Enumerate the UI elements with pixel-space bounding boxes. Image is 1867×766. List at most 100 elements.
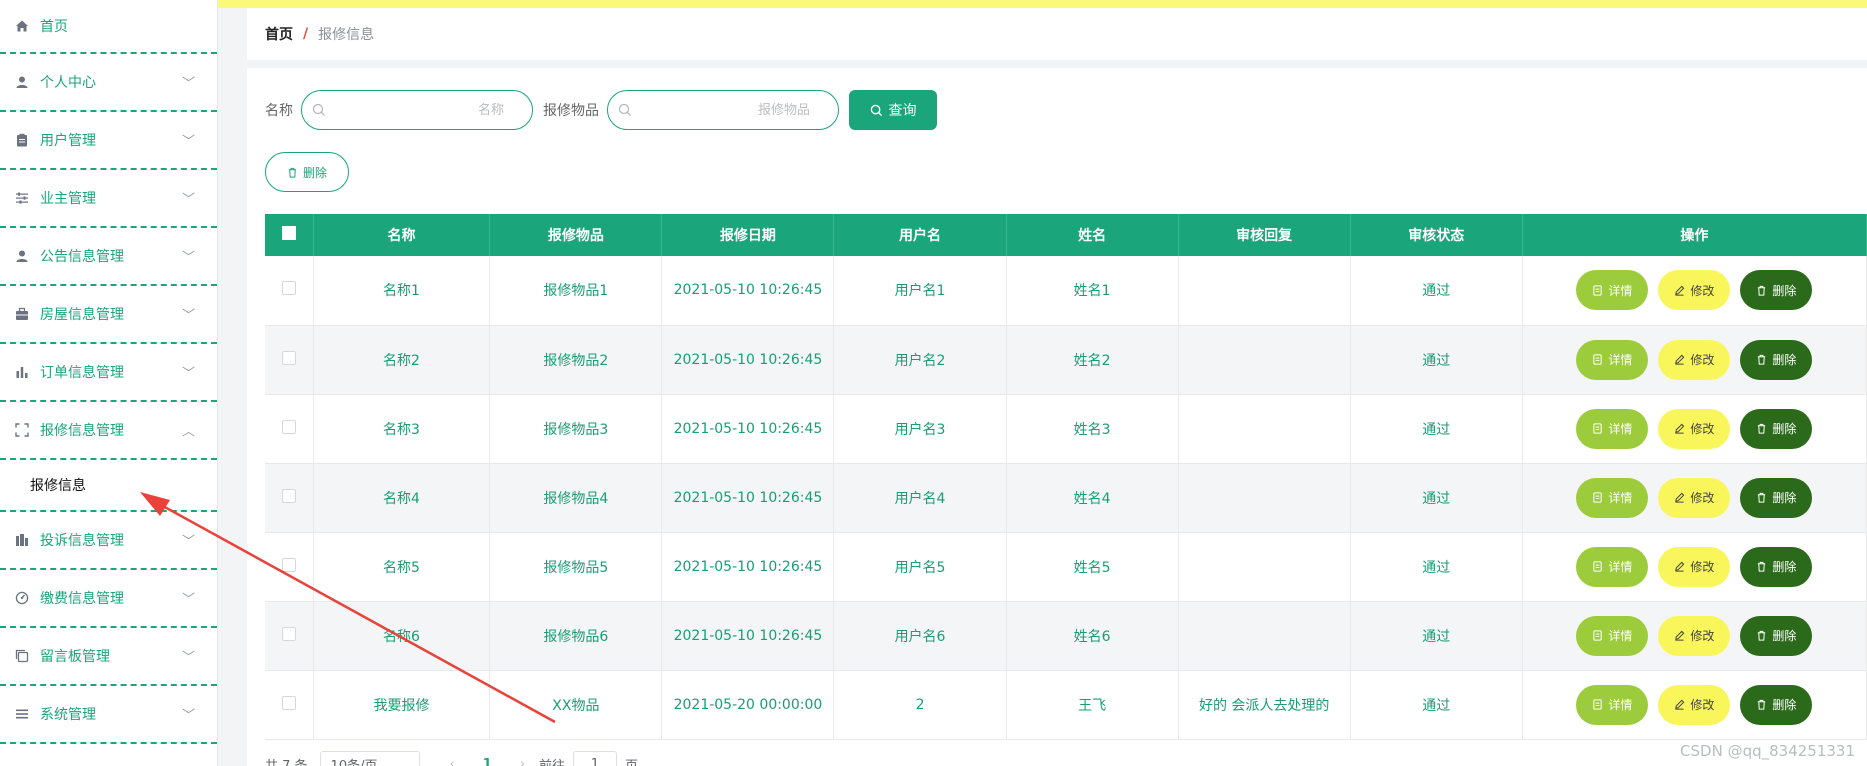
sidebar-subitem-label: 报修信息 [30, 478, 86, 494]
row-checkbox[interactable] [281, 488, 296, 503]
actions-cell: 详情 修改 删除 [1522, 256, 1867, 326]
edit-button[interactable]: 修改 [1658, 339, 1731, 380]
edit-button[interactable]: 修改 [1658, 408, 1731, 449]
column-header: 审核回复 [1178, 214, 1351, 256]
edit-label: 修改 [1690, 422, 1715, 436]
table-cell: 名称1 [313, 256, 491, 326]
row-select-cell [265, 463, 314, 533]
chevron-down-icon: ﹀ [181, 534, 195, 550]
table-cell: 王飞 [1006, 670, 1179, 740]
table-cell: 通过 [1350, 601, 1523, 671]
prev-page-button[interactable]: ‹ [450, 757, 455, 766]
delete-button[interactable]: 删除 [1740, 339, 1813, 380]
select-all-cell [265, 214, 314, 256]
sidebar-item-system-management[interactable]: 系统管理 ﹀ [0, 686, 217, 744]
building-icon [14, 532, 30, 548]
sidebar-item-owner-management[interactable]: 业主管理 ﹀ [0, 170, 217, 228]
detail-button[interactable]: 详情 [1576, 408, 1649, 449]
sidebar-item-house-management[interactable]: 房屋信息管理 ﹀ [0, 286, 217, 344]
breadcrumb-home[interactable]: 首页 [265, 24, 293, 44]
detail-button[interactable]: 详情 [1576, 339, 1649, 380]
table-cell: 姓名1 [1006, 256, 1179, 326]
table-cell: 用户名3 [833, 394, 1007, 464]
chevron-down-icon: ﹀ [181, 592, 195, 608]
delete-button[interactable]: 删除 [1740, 477, 1813, 518]
home-icon [14, 18, 30, 34]
edit-button[interactable]: 修改 [1658, 684, 1731, 725]
detail-button[interactable]: 详情 [1576, 270, 1649, 311]
edit-label: 修改 [1690, 353, 1715, 367]
delete-label: 删除 [1772, 698, 1797, 712]
delete-button[interactable]: 删除 [1740, 615, 1813, 656]
column-header: 姓名 [1006, 214, 1179, 256]
table-cell: 用户名6 [833, 601, 1007, 671]
sidebar-item-complaint-management[interactable]: 投诉信息管理 ﹀ [0, 512, 217, 570]
chevron-up-icon: ︿ [181, 424, 195, 440]
sidebar-item-repair-management[interactable]: 报修信息管理 ︿ [0, 402, 217, 460]
edit-button[interactable]: 修改 [1658, 270, 1731, 311]
row-select-cell [265, 325, 314, 395]
detail-button[interactable]: 详情 [1576, 684, 1649, 725]
row-checkbox[interactable] [281, 695, 296, 710]
trash-icon [1758, 492, 1766, 503]
bar-chart-icon [14, 364, 30, 380]
next-page-button[interactable]: › [520, 757, 525, 766]
detail-button[interactable]: 详情 [1576, 615, 1649, 656]
detail-label: 详情 [1608, 353, 1633, 367]
current-page[interactable]: 1 [483, 757, 492, 766]
document-icon [1593, 285, 1603, 296]
search-icon [870, 104, 882, 116]
row-checkbox[interactable] [281, 350, 296, 365]
table-cell: 通过 [1350, 463, 1523, 533]
sidebar-item-label: 缴费信息管理 [40, 591, 124, 607]
detail-button[interactable]: 详情 [1576, 546, 1649, 587]
edit-icon [1675, 354, 1685, 365]
edit-button[interactable]: 修改 [1658, 546, 1731, 587]
sidebar-item-notice-management[interactable]: 公告信息管理 ﹀ [0, 228, 217, 286]
item-search-field [607, 90, 839, 130]
table-cell: 报修物品6 [489, 601, 663, 671]
sidebar-subitem-repair-info[interactable]: 报修信息 [0, 460, 217, 512]
name-search-input[interactable] [302, 91, 532, 129]
table-cell: 用户名4 [833, 463, 1007, 533]
trash-icon [1758, 354, 1766, 365]
sidebar-item-label: 首页 [40, 19, 68, 35]
batch-delete-button[interactable]: 删除 [265, 152, 349, 192]
table-cell: 2021-05-10 10:26:45 [661, 463, 835, 533]
sidebar-item-user-management[interactable]: 用户管理 ﹀ [0, 112, 217, 170]
delete-button[interactable]: 删除 [1740, 270, 1813, 311]
detail-label: 详情 [1608, 560, 1633, 574]
trash-icon [1758, 423, 1766, 434]
row-checkbox[interactable] [281, 281, 296, 296]
select-all-checkbox[interactable] [281, 226, 296, 240]
query-button[interactable]: 查询 [849, 90, 937, 130]
detail-button[interactable]: 详情 [1576, 477, 1649, 518]
edit-button[interactable]: 修改 [1658, 477, 1731, 518]
table-cell: 报修物品2 [489, 325, 663, 395]
row-checkbox[interactable] [281, 419, 296, 434]
sidebar-item-label: 个人中心 [40, 75, 96, 91]
sidebar-item-personal-center[interactable]: 个人中心 ﹀ [0, 54, 217, 112]
sidebar-item-home[interactable]: 首页 [0, 0, 217, 54]
sidebar-item-message-board[interactable]: 留言板管理 ﹀ [0, 628, 217, 686]
trash-icon [1758, 285, 1766, 296]
row-checkbox[interactable] [281, 557, 296, 572]
menu-icon [14, 706, 30, 722]
search-bar: 名称 报修物品 查询 [265, 90, 937, 130]
table-row: 我要报修 XX物品 2021-05-20 00:00:00 2 王飞 好的 会派人去处理的… [265, 670, 1867, 740]
table-cell [1178, 601, 1351, 671]
delete-button[interactable]: 删除 [1740, 546, 1813, 587]
edit-button[interactable]: 修改 [1658, 615, 1731, 656]
delete-button[interactable]: 删除 [1740, 408, 1813, 449]
table-cell: 姓名6 [1006, 601, 1179, 671]
actions-cell: 详情 修改 删除 [1522, 394, 1867, 464]
sidebar-item-label: 留言板管理 [40, 649, 110, 665]
goto-page-input[interactable]: 1 [573, 751, 618, 766]
item-search-input[interactable] [608, 91, 838, 129]
sidebar-item-payment-management[interactable]: 缴费信息管理 ﹀ [0, 570, 217, 628]
table-cell: 用户名2 [833, 325, 1007, 395]
page-size-select[interactable]: 10条/页 [319, 751, 420, 766]
delete-button[interactable]: 删除 [1740, 684, 1813, 725]
sidebar-item-order-management[interactable]: 订单信息管理 ﹀ [0, 344, 217, 402]
row-checkbox[interactable] [281, 626, 296, 641]
